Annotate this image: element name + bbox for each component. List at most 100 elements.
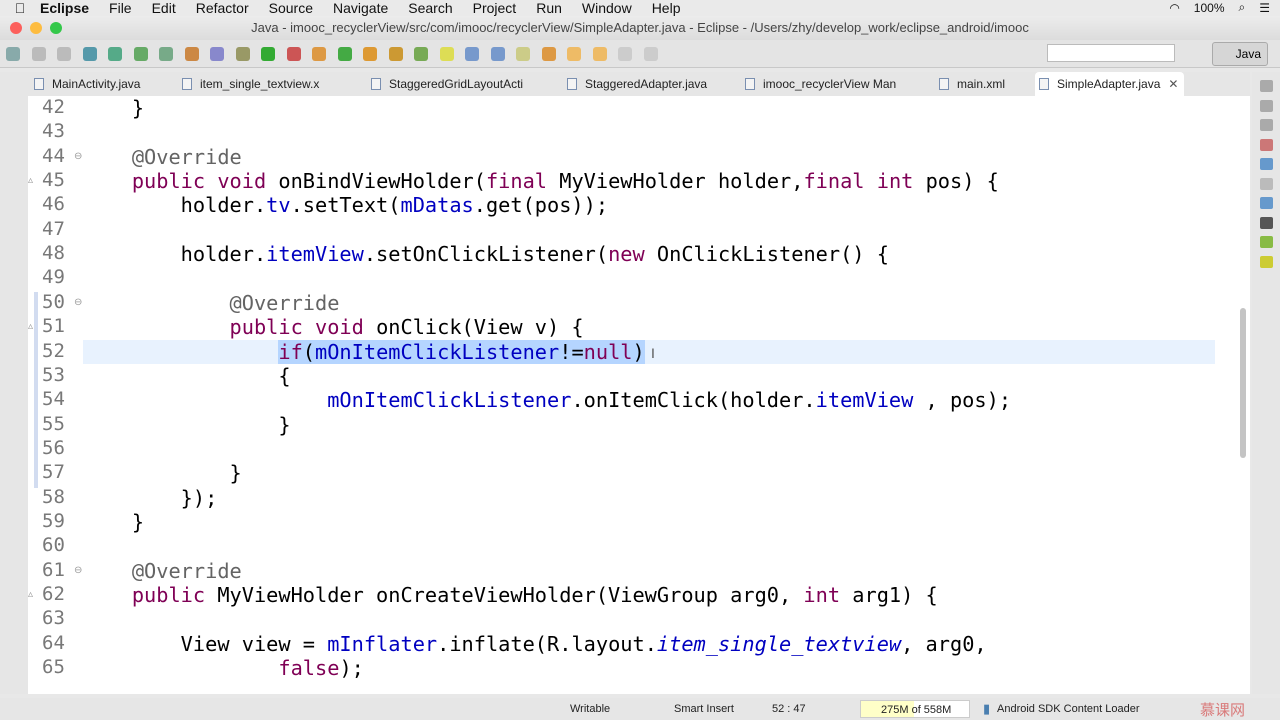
fold-collapse-icon[interactable]: ⊖ [74,297,82,308]
toolbar-button-icon[interactable] [133,47,148,61]
view-icon[interactable] [1260,99,1273,112]
code-token: ( [302,339,316,364]
code-line[interactable]: }); [83,486,218,510]
menu-edit[interactable]: Edit [152,0,176,16]
view-icon[interactable] [1260,177,1273,190]
code-line[interactable]: } [83,96,144,120]
toolbar-button-icon[interactable] [184,47,199,61]
tab-main-xml[interactable]: main.xml [935,72,1005,96]
code-token: @Override [83,144,242,169]
menu-app[interactable]: Eclipse [40,0,89,16]
code-line[interactable]: } [83,510,144,534]
view-icon[interactable] [1260,236,1273,248]
view-icon[interactable] [1260,119,1273,131]
code-line[interactable]: public MyViewHolder onCreateViewHolder(V… [83,583,938,607]
toolbar-button-icon[interactable] [159,47,173,61]
quick-access-input[interactable] [1047,44,1175,62]
view-icon[interactable] [1260,197,1273,209]
toolbar-button-icon[interactable] [108,47,122,61]
toolbar-button-icon[interactable] [516,47,530,61]
toolbar-button-icon[interactable] [490,47,505,61]
java-perspective-button[interactable]: Java [1212,42,1268,66]
code-line[interactable]: holder.itemView.setOnClickListener(new O… [83,242,889,266]
code-line[interactable]: public void onClick(View v) { [83,315,584,339]
apple-icon[interactable]:  [0,0,40,16]
code-token: , arg0, [901,631,987,656]
toolbar-button-icon[interactable] [592,47,607,61]
tab-item-single-textview-x[interactable]: item_single_textview.x [178,72,319,96]
code-line[interactable]: { [83,364,290,388]
toolbar-button-icon[interactable] [286,47,301,61]
menu-window[interactable]: Window [582,0,632,16]
menu-search[interactable]: Search [408,0,452,16]
line-number: 52 [42,339,65,362]
minimize-window-button[interactable] [30,22,42,34]
view-icon[interactable] [1260,216,1273,229]
code-token: void [315,315,364,340]
toolbar-button-icon[interactable] [567,47,581,61]
view-icon[interactable] [1260,158,1273,170]
toolbar-button-icon[interactable] [210,47,224,61]
close-window-button[interactable] [10,22,22,34]
code-line[interactable]: mOnItemClickListener.onItemClick(holder.… [83,388,1011,412]
code-line[interactable]: public void onBindViewHolder(final MyVie… [83,169,999,193]
view-icon[interactable] [1260,138,1273,151]
vertical-scrollbar[interactable] [1240,308,1246,458]
toolbar-button-icon[interactable] [312,47,326,61]
toolbar-button-icon[interactable] [57,47,71,61]
override-marker-icon[interactable]: ▵ [28,589,33,600]
code-line[interactable]: false); [83,656,363,680]
code-line[interactable]: @Override [83,145,242,169]
toolbar-button-icon[interactable] [82,47,97,61]
heap-status[interactable]: 275M of 558M [860,700,970,718]
tab-staggeredgridlayoutacti[interactable]: StaggeredGridLayoutActi [367,72,523,96]
toolbar-button-icon[interactable] [31,47,46,61]
menu-file[interactable]: File [109,0,132,16]
toolbar-button-icon[interactable] [439,47,454,61]
override-marker-icon[interactable]: ▵ [28,175,33,186]
toolbar-button-icon[interactable] [414,47,428,61]
code-line[interactable]: @Override [83,559,242,583]
tab-staggeredadapter-java[interactable]: StaggeredAdapter.java [563,72,707,96]
tab-imooc-recyclerview-man[interactable]: imooc_recyclerView Man [741,72,896,96]
code-token: .inflate(R.layout. [437,631,657,656]
code-line[interactable]: holder.tv.setText(mDatas.get(pos)); [83,193,608,217]
toolbar-button-icon[interactable] [6,47,20,61]
code-editor[interactable]: 42 } 43 44 ⊖ @Override 45 ▵ public void onBin… [28,96,1250,694]
menu-refactor[interactable]: Refactor [196,0,249,16]
view-icon[interactable] [1260,80,1273,92]
override-marker-icon[interactable]: ▵ [28,321,33,332]
code-line[interactable]: @Override [83,291,340,315]
wifi-icon[interactable]: ◠ [1169,1,1179,15]
toolbar-button-icon[interactable] [618,47,632,61]
toolbar-button-icon[interactable] [541,47,556,61]
menu-navigate[interactable]: Navigate [333,0,388,16]
trash-icon[interactable]: ▮ [983,701,990,717]
toolbar-button-icon[interactable] [465,47,479,61]
toolbar-button-icon[interactable] [235,47,250,61]
menu-run[interactable]: Run [536,0,562,16]
toolbar-button-icon[interactable] [337,47,352,61]
fold-collapse-icon[interactable]: ⊖ [74,565,82,576]
code-line[interactable]: if(mOnItemClickListener!=null) [83,339,645,364]
fold-collapse-icon[interactable]: ⊖ [74,151,82,162]
toolbar-button-icon[interactable] [261,47,275,61]
code-line[interactable]: } [83,461,242,485]
menu-project[interactable]: Project [473,0,517,16]
search-icon[interactable]: ⌕ [1239,0,1246,15]
tab-mainactivity-java[interactable]: MainActivity.java [30,72,140,96]
code-line[interactable]: } [83,413,290,437]
list-icon[interactable]: ☰ [1259,1,1270,15]
tab-simpleadapter-java[interactable]: SimpleAdapter.java ✕ [1035,72,1185,96]
toolbar-button-icon[interactable] [643,47,658,61]
view-icon[interactable] [1260,255,1273,268]
battery-label[interactable]: 100% [1194,1,1225,15]
toolbar-button-icon[interactable] [388,47,403,61]
zoom-window-button[interactable] [50,22,62,34]
menu-source[interactable]: Source [269,0,313,16]
toolbar-button-icon[interactable] [363,47,377,61]
close-tab-icon[interactable]: ✕ [1168,72,1178,96]
line-number: 57 [42,461,65,484]
code-line[interactable]: View view = mInflater.inflate(R.layout.i… [83,632,987,656]
menu-help[interactable]: Help [652,0,681,16]
